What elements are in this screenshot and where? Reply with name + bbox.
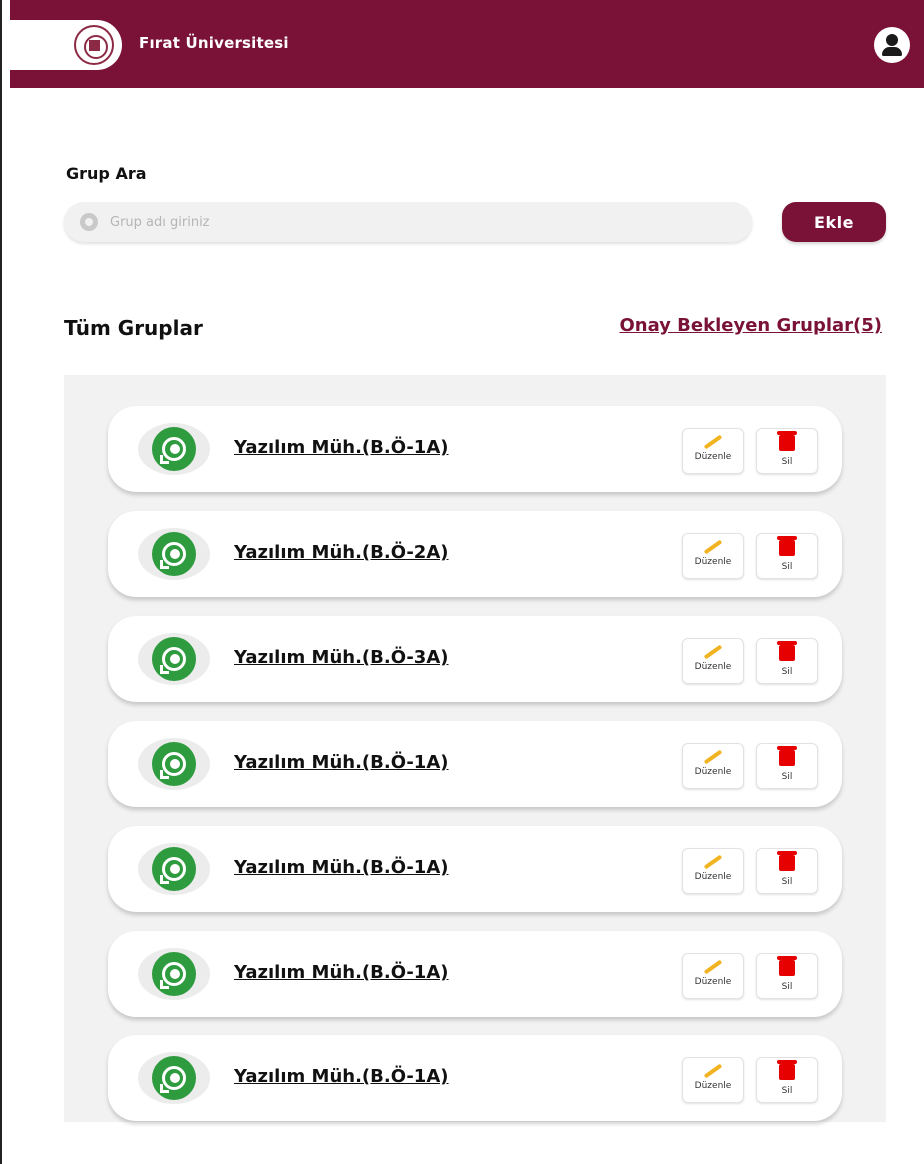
group-card: Yazılım Müh.(B.Ö-1A) Düzenle Sil [108, 1035, 842, 1121]
top-header: Fırat Üniversitesi [10, 0, 924, 88]
delete-label: Sil [781, 772, 793, 782]
delete-button[interactable]: Sil [756, 638, 818, 684]
group-name-link[interactable]: Yazılım Müh.(B.Ö-2A) [234, 542, 449, 563]
trash-icon [777, 851, 797, 871]
delete-button[interactable]: Sil [756, 428, 818, 474]
group-card: Yazılım Müh.(B.Ö-1A) Düzenle Sil [108, 826, 842, 912]
edit-button[interactable]: Düzenle [682, 1057, 744, 1103]
group-card: Yazılım Müh.(B.Ö-1A) Düzenle Sil [108, 931, 842, 1017]
group-card: Yazılım Müh.(B.Ö-1A) Düzenle Sil [108, 406, 842, 492]
app-frame: Fırat Üniversitesi Grup Ara Ekle Tüm Gru… [0, 0, 924, 1164]
search-label: Grup Ara [66, 164, 147, 183]
pending-groups-link[interactable]: Onay Bekleyen Gruplar(5) [619, 315, 882, 336]
edit-button[interactable]: Düzenle [682, 638, 744, 684]
edit-button[interactable]: Düzenle [682, 428, 744, 474]
edit-label: Düzenle [694, 767, 732, 777]
delete-button[interactable]: Sil [756, 1057, 818, 1103]
delete-label: Sil [781, 1086, 793, 1096]
whatsapp-icon [152, 1056, 196, 1100]
whatsapp-badge [138, 843, 210, 895]
delete-button[interactable]: Sil [756, 953, 818, 999]
edit-button[interactable]: Düzenle [682, 953, 744, 999]
pencil-icon [703, 749, 723, 765]
delete-button[interactable]: Sil [756, 743, 818, 789]
edit-label: Düzenle [694, 452, 732, 462]
trash-icon [777, 1060, 797, 1080]
trash-icon [777, 431, 797, 451]
delete-button[interactable]: Sil [756, 533, 818, 579]
university-logo-pill [10, 20, 122, 70]
edit-label: Düzenle [694, 662, 732, 672]
delete-button[interactable]: Sil [756, 848, 818, 894]
whatsapp-icon [152, 637, 196, 681]
whatsapp-icon [152, 742, 196, 786]
group-name-link[interactable]: Yazılım Müh.(B.Ö-1A) [234, 857, 449, 878]
pencil-icon [703, 644, 723, 660]
edit-label: Düzenle [694, 977, 732, 987]
search-box[interactable] [64, 202, 752, 242]
add-button[interactable]: Ekle [782, 202, 886, 242]
chat-icon [80, 213, 98, 231]
pencil-icon [703, 854, 723, 870]
whatsapp-badge [138, 1052, 210, 1104]
trash-icon [777, 536, 797, 556]
all-groups-title: Tüm Gruplar [64, 316, 203, 340]
group-card: Yazılım Müh.(B.Ö-2A) Düzenle Sil [108, 511, 842, 597]
delete-label: Sil [781, 457, 793, 467]
group-name-link[interactable]: Yazılım Müh.(B.Ö-1A) [234, 437, 449, 458]
edit-label: Düzenle [694, 1081, 732, 1091]
edit-label: Düzenle [694, 557, 732, 567]
whatsapp-icon [152, 427, 196, 471]
group-card: Yazılım Müh.(B.Ö-3A) Düzenle Sil [108, 616, 842, 702]
pencil-icon [703, 959, 723, 975]
whatsapp-badge [138, 948, 210, 1000]
user-profile-button[interactable] [874, 27, 910, 63]
group-name-link[interactable]: Yazılım Müh.(B.Ö-1A) [234, 1066, 449, 1087]
pencil-icon [703, 539, 723, 555]
delete-label: Sil [781, 667, 793, 677]
delete-label: Sil [781, 877, 793, 887]
university-seal-icon [74, 25, 114, 65]
groups-list-panel: Yazılım Müh.(B.Ö-1A) Düzenle Sil Yazılım… [64, 375, 886, 1122]
brand-title: Fırat Üniversitesi [139, 34, 289, 52]
edit-button[interactable]: Düzenle [682, 848, 744, 894]
group-name-link[interactable]: Yazılım Müh.(B.Ö-1A) [234, 752, 449, 773]
whatsapp-icon [152, 952, 196, 996]
edit-label: Düzenle [694, 872, 732, 882]
edit-button[interactable]: Düzenle [682, 533, 744, 579]
whatsapp-badge [138, 528, 210, 580]
trash-icon [777, 641, 797, 661]
group-name-link[interactable]: Yazılım Müh.(B.Ö-1A) [234, 962, 449, 983]
whatsapp-badge [138, 633, 210, 685]
pencil-icon [703, 434, 723, 450]
delete-label: Sil [781, 562, 793, 572]
whatsapp-icon [152, 532, 196, 576]
group-search-input[interactable] [110, 214, 730, 230]
whatsapp-badge [138, 738, 210, 790]
trash-icon [777, 956, 797, 976]
pencil-icon [703, 1063, 723, 1079]
whatsapp-badge [138, 423, 210, 475]
delete-label: Sil [781, 982, 793, 992]
group-card: Yazılım Müh.(B.Ö-1A) Düzenle Sil [108, 721, 842, 807]
edit-button[interactable]: Düzenle [682, 743, 744, 789]
trash-icon [777, 746, 797, 766]
whatsapp-icon [152, 847, 196, 891]
group-name-link[interactable]: Yazılım Müh.(B.Ö-3A) [234, 647, 449, 668]
